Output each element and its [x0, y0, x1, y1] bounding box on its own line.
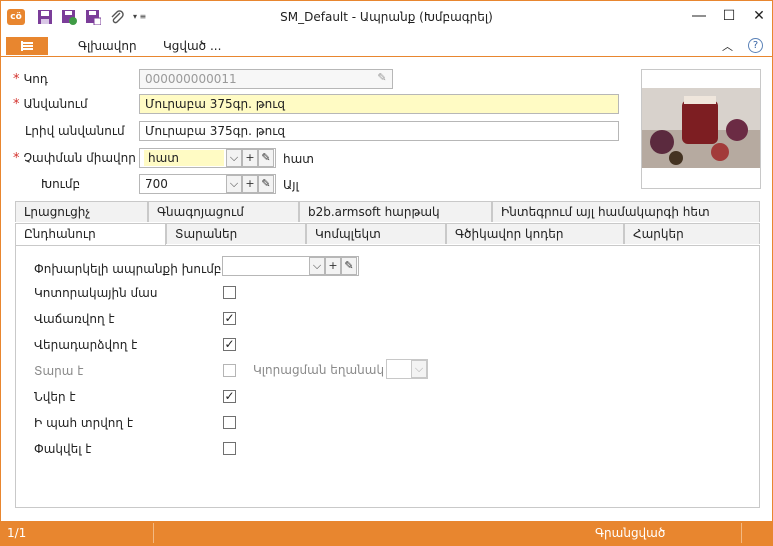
name-field[interactable]: Մուրաբա 375գր. թուզ [139, 94, 619, 114]
unit-label: * Չափման միավոր [13, 151, 136, 166]
full-name-label: Լրիվ անվանում [25, 124, 125, 138]
ribbon-collapse-icon[interactable]: ︿ [722, 38, 733, 54]
unit-display: հատ [283, 152, 314, 166]
rounding-label: Կլորացման եղանակ [253, 363, 385, 377]
check-label-gift: Նվեր է [34, 390, 76, 404]
check-label-returnable: Վերադարձվող է [34, 338, 138, 352]
alt-group-add-icon[interactable]: + [325, 257, 341, 275]
name-label: * Անվանում [13, 97, 88, 112]
file-menu-button[interactable] [6, 37, 48, 55]
group-edit-icon[interactable]: ✎ [258, 175, 274, 193]
alt-group-dropdown-icon[interactable]: ⌵ [309, 257, 325, 275]
tab-kit[interactable]: Կոմպլեկտ [306, 223, 446, 244]
check-label-sold: Վաճառվող է [34, 312, 115, 326]
group-dropdown-icon[interactable]: ⌵ [226, 175, 242, 193]
status-separator [153, 523, 154, 543]
sold-checkbox[interactable]: ✓ [223, 312, 236, 325]
minimize-icon[interactable]: ― [689, 7, 709, 25]
fractional-checkbox[interactable] [223, 286, 236, 299]
general-panel: Փոխարկելի ապրանքի խումբ ⌵ + ✎ Կոտորակայի… [15, 245, 760, 508]
status-state: Գրանցված [595, 526, 666, 540]
tab-integration[interactable]: Ինտեգրում այլ համակարգի հետ [492, 201, 760, 222]
tab-containers[interactable]: Տարաներ [166, 223, 306, 244]
status-separator [741, 523, 742, 543]
tab-row-bottom: Ընդհանուր Տարաներ Կոմպլեկտ Գծիկավոր կոդե… [15, 223, 760, 246]
group-display: Այլ [283, 178, 299, 192]
maximize-icon[interactable]: ☐ [719, 7, 739, 25]
unit-dropdown-icon[interactable]: ⌵ [226, 149, 242, 167]
alt-group-edit-icon[interactable]: ✎ [341, 257, 357, 275]
code-label: * Կոդ [13, 72, 48, 87]
title-bar: cö ▾ ≡ SM_Default - Ապրանք (Խմբագրել) ― … [1, 1, 772, 34]
code-edit-icon[interactable]: ✎ [372, 70, 392, 88]
full-name-field[interactable]: Մուրաբա 375գր. թուզ [139, 121, 619, 141]
tab-main[interactable]: Գլխավոր [78, 39, 137, 53]
tab-barcodes[interactable]: Գծիկավոր կոդեր [446, 223, 624, 244]
group-label: Խումբ [41, 177, 81, 191]
tab-additional[interactable]: Լրացուցիչ [15, 201, 148, 222]
rounding-dropdown-icon[interactable]: ⌵ [411, 360, 427, 378]
custody-checkbox[interactable] [223, 416, 236, 429]
check-label-container: Տարա է [34, 364, 84, 378]
tab-attached[interactable]: Կցված ... [163, 39, 221, 53]
returnable-checkbox[interactable]: ✓ [223, 338, 236, 351]
gift-checkbox[interactable]: ✓ [223, 390, 236, 403]
tab-row-top: Լրացուցիչ Գնագոյացում b2b.armsoft հարթակ… [15, 201, 760, 222]
record-counter: 1/1 [7, 526, 27, 540]
product-image[interactable] [641, 69, 761, 189]
check-label-fractional: Կոտորակային մաս [34, 286, 158, 300]
unit-add-icon[interactable]: + [242, 149, 258, 167]
window-title: SM_Default - Ապրանք (Խմբագրել) [280, 10, 493, 24]
closed-checkbox[interactable] [223, 442, 236, 455]
tab-pricing[interactable]: Գնագոյացում [148, 201, 299, 222]
status-bar: 1/1 Գրանցված [1, 521, 772, 545]
tab-b2b[interactable]: b2b.armsoft հարթակ [299, 201, 492, 222]
close-icon[interactable]: ✕ [749, 7, 769, 25]
group-add-icon[interactable]: + [242, 175, 258, 193]
code-field[interactable]: 000000000011 [139, 69, 393, 89]
unit-edit-icon[interactable]: ✎ [258, 149, 274, 167]
edit-window: cö ▾ ≡ SM_Default - Ապրանք (Խմբագրել) ― … [0, 0, 773, 546]
check-label-closed: Փակվել է [34, 442, 92, 456]
container-checkbox[interactable] [223, 364, 236, 377]
check-label-custody: Ի պահ տրվող է [34, 416, 134, 430]
help-icon[interactable]: ? [748, 38, 763, 53]
tab-general[interactable]: Ընդհանուր [15, 223, 166, 246]
unit-value: հատ [144, 150, 224, 166]
ribbon: Գլխավոր Կցված ... ︿ ? [1, 34, 772, 57]
tab-taxes[interactable]: Հարկեր [624, 223, 760, 244]
alt-group-label: Փոխարկելի ապրանքի խումբ [34, 262, 222, 276]
